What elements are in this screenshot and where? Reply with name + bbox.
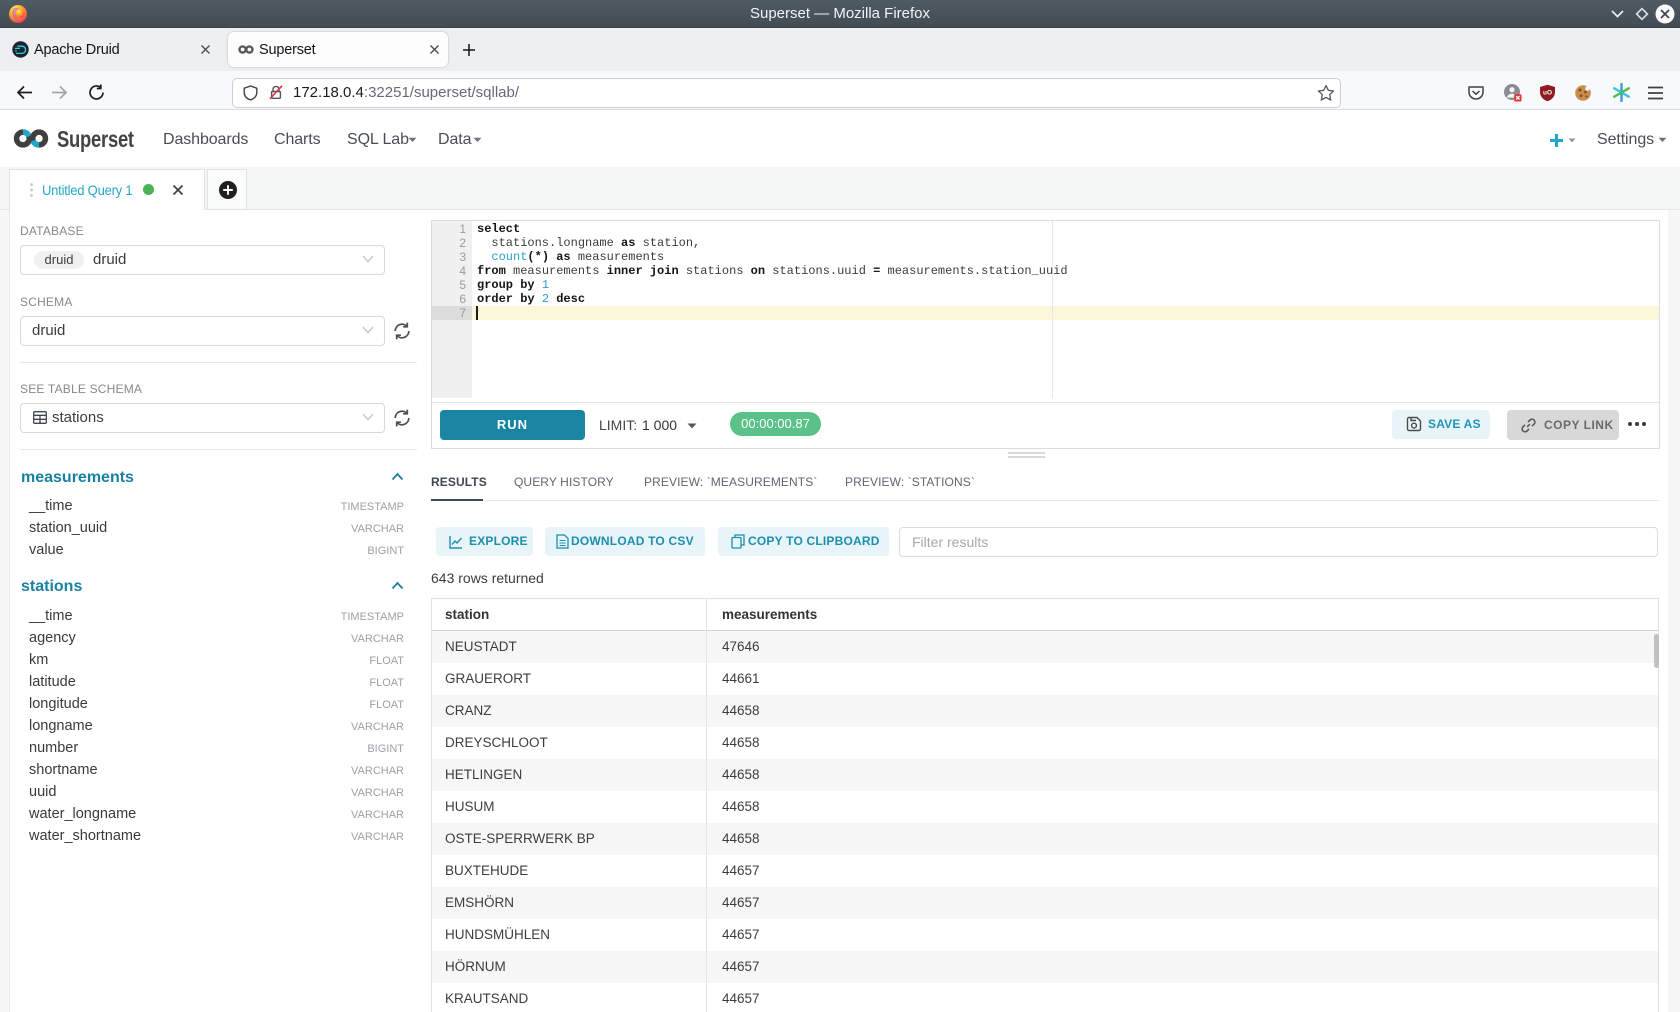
- svg-text:uO: uO: [1543, 90, 1552, 97]
